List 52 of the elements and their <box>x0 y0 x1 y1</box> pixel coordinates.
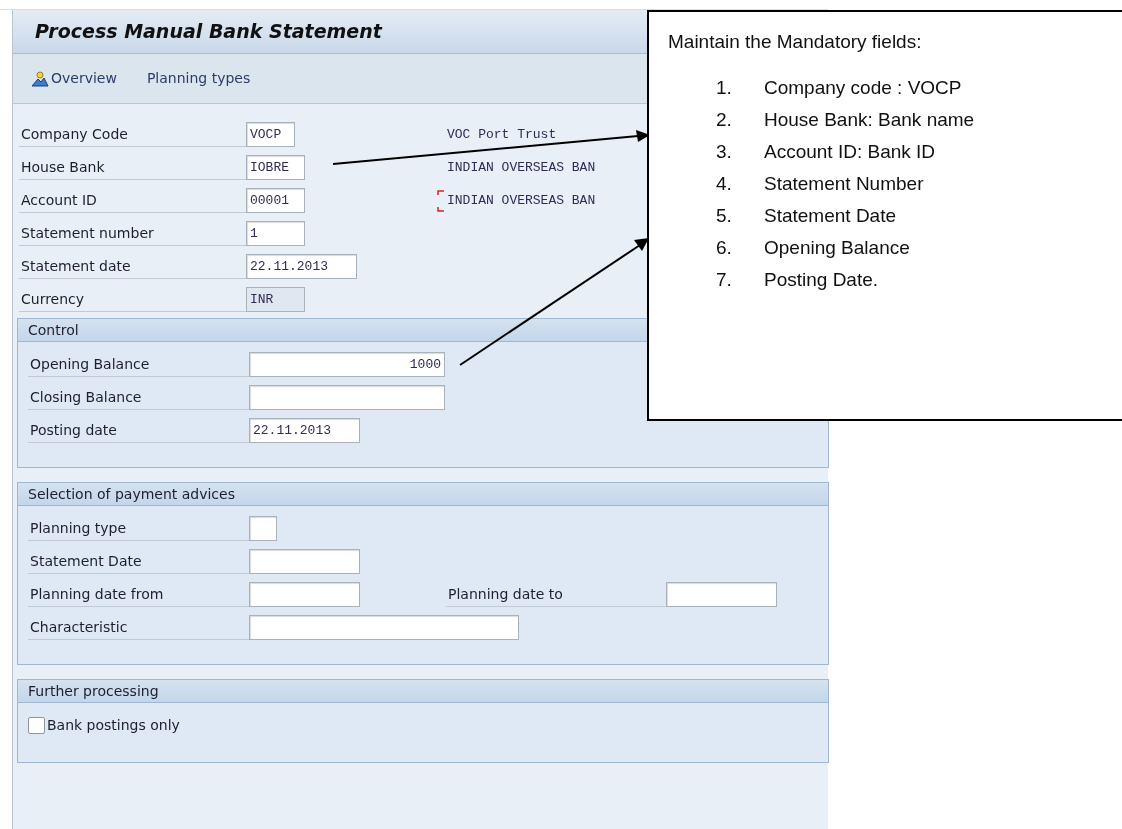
field-label: Posting date <box>28 418 249 443</box>
input-field[interactable] <box>249 582 360 607</box>
display-field: INR <box>246 287 305 312</box>
description-text: INDIAN OVERSEAS BAN <box>447 191 596 210</box>
input-field[interactable]: 22.11.2013 <box>249 418 360 443</box>
group-title: Selection of payment advices <box>18 483 828 506</box>
list-number: 2. <box>716 108 733 132</box>
list-item-text: Statement Number <box>764 172 924 196</box>
input-field[interactable]: 1 <box>246 221 305 246</box>
field-label: House Bank <box>19 155 246 180</box>
description-text: VOC Port Trust <box>447 125 557 144</box>
input-field[interactable] <box>249 615 519 640</box>
field-label: Opening Balance <box>28 352 249 377</box>
field-label: Statement date <box>19 254 246 279</box>
list-item-text: Opening Balance <box>764 236 910 260</box>
field-label: Currency <box>19 287 246 312</box>
input-field[interactable]: 22.11.2013 <box>246 254 357 279</box>
checkbox-label: Bank postings only <box>47 716 180 735</box>
input-field[interactable] <box>249 516 277 541</box>
input-field[interactable]: VOCP <box>246 122 295 147</box>
field-label: Characteristic <box>28 615 249 640</box>
person-icon <box>31 70 49 87</box>
field-label: Statement number <box>19 221 246 246</box>
field-label: Closing Balance <box>28 385 249 410</box>
list-number: 5. <box>716 204 733 228</box>
input-field[interactable]: IOBRE <box>246 155 305 180</box>
field-label: Planning type <box>28 516 249 541</box>
list-item-text: Account ID: Bank ID <box>764 140 936 164</box>
list-number: 4. <box>716 172 733 196</box>
field-label: Statement Date <box>28 549 249 574</box>
group-title: Further processing <box>18 680 828 703</box>
field-label: Account ID <box>19 188 246 213</box>
list-item-text: Company code : VOCP <box>764 76 962 100</box>
list-number: 3. <box>716 140 733 164</box>
input-field[interactable] <box>666 582 777 607</box>
field-label: Planning date to <box>446 582 666 607</box>
list-item-text: Statement Date <box>764 204 897 228</box>
checkbox[interactable] <box>28 717 45 734</box>
input-field[interactable]: 00001 <box>246 188 305 213</box>
field-label: Planning date from <box>28 582 249 607</box>
input-field[interactable] <box>249 549 360 574</box>
field-label: Company Code <box>19 122 246 147</box>
list-item-text: Posting Date. <box>764 268 879 292</box>
list-item-text: House Bank: Bank name <box>764 108 975 132</box>
list-number: 7. <box>716 268 733 292</box>
list-number: 6. <box>716 236 733 260</box>
toolbar-button[interactable]: Overview <box>31 68 117 89</box>
description-text: INDIAN OVERSEAS BAN <box>447 158 596 177</box>
list-number: 1. <box>716 76 733 100</box>
input-field[interactable]: 1000 <box>249 352 445 377</box>
input-field[interactable] <box>249 385 445 410</box>
toolbar-button[interactable]: Planning types <box>146 68 251 89</box>
